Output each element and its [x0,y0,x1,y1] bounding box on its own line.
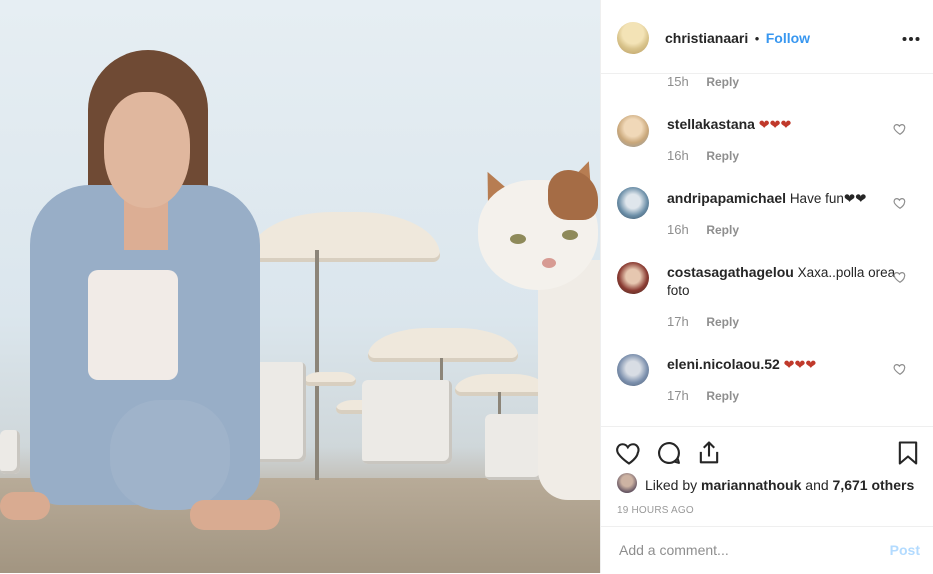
post-actions: Liked by mariannathouk and 7,671 others … [601,426,933,527]
comment-time: 15h [667,74,689,89]
lounger [362,380,452,464]
post-photo[interactable] [0,0,600,573]
commenter-username[interactable]: eleni.nicolaou.52 [667,356,780,372]
comment-like-icon[interactable] [893,196,907,210]
reply-button[interactable]: Reply [706,75,739,89]
reply-button[interactable]: Reply [706,315,739,329]
commenter-username[interactable]: andripapamichael [667,190,786,206]
heart-icon[interactable] [615,439,643,467]
reply-button[interactable]: Reply [706,223,739,237]
author-avatar[interactable] [617,22,649,54]
bookmark-icon[interactable] [894,439,922,467]
likes-summary: Liked by mariannathouk and 7,671 others [645,477,914,493]
likes-prefix: Liked by [645,477,698,493]
follow-button[interactable]: Follow [766,30,810,46]
comment-text: ❤❤❤ [758,117,792,132]
commenter-avatar[interactable] [617,187,649,219]
add-comment-bar: Post [601,526,933,574]
comment-body: andripapamichael Have fun❤❤ [667,189,897,208]
comment-meta: 15h Reply [667,74,739,89]
author-username[interactable]: christianaari [665,30,748,46]
lounger [0,430,20,474]
comment-like-icon[interactable] [893,270,907,284]
comment-icon[interactable] [655,439,683,467]
comment-input[interactable] [617,541,881,559]
comment-meta: 16h Reply [667,148,739,163]
header-separator: • [754,31,760,46]
commenter-avatar[interactable] [617,115,649,147]
comment-time: 17h [667,314,689,329]
commenter-username[interactable]: costasagathagelou [667,264,794,280]
comment-body: costasagathagelou Xaxa..polla orea foto [667,263,897,300]
commenter-username[interactable]: stellakastana [667,116,755,132]
likes-others-link[interactable]: 7,671 others [833,477,915,493]
comment-time: 17h [667,388,689,403]
comment-meta: 16h Reply [667,222,739,237]
comment-time: 16h [667,148,689,163]
comment-text: Have fun❤❤ [789,191,867,206]
instagram-post-view: christianaari • Follow 15h Reply stellak… [0,0,933,573]
commenter-avatar[interactable] [617,354,649,386]
comment-body: stellakastana ❤❤❤ [667,115,897,134]
comment-meta: 17h Reply [667,388,739,403]
post-sidebar: christianaari • Follow 15h Reply stellak… [600,0,933,573]
commenter-avatar[interactable] [617,262,649,294]
comment-like-icon[interactable] [893,122,907,136]
reply-button[interactable]: Reply [706,149,739,163]
comment-meta: 17h Reply [667,314,739,329]
post-header: christianaari • Follow [601,0,933,74]
comment-body: eleni.nicolaou.52 ❤❤❤ [667,355,897,374]
more-icon[interactable] [902,25,920,48]
share-icon[interactable] [695,439,723,467]
post-timestamp: 19 HOURS AGO [617,505,694,516]
likes-conj: and [805,477,829,493]
liker-username[interactable]: mariannathouk [701,477,801,493]
lounger [485,414,543,480]
reply-button[interactable]: Reply [706,389,739,403]
comment-time: 16h [667,222,689,237]
liker-avatar[interactable] [617,473,637,493]
comment-like-icon[interactable] [893,362,907,376]
post-button[interactable]: Post [890,542,920,558]
comment-text: ❤❤❤ [783,357,817,372]
